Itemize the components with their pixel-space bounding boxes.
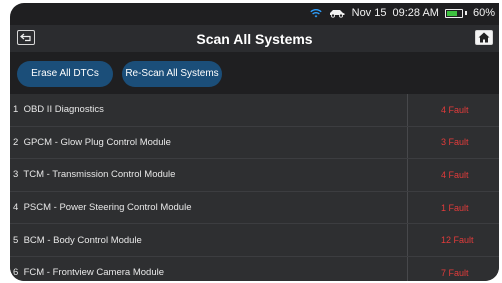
system-row[interactable]: 5 BCM - Body Control Module 12 Fault [10, 224, 499, 257]
status-bar: Nov 15 09:28 AM 60% [10, 3, 499, 23]
fault-count: 1 Fault [407, 191, 499, 224]
system-row[interactable]: 6 FCM - Frontview Camera Module 7 Fault [10, 256, 499, 281]
system-row-label: 1 OBD II Diagnostics [10, 104, 407, 115]
system-row-label: 4 PSCM - Power Steering Control Module [10, 202, 407, 213]
fault-count: 4 Fault [407, 159, 499, 191]
wifi-icon [309, 8, 322, 18]
fault-count: 12 Fault [407, 224, 499, 256]
system-list: 1 OBD II Diagnostics 4 Fault 2 GPCM - Glow… [10, 94, 499, 281]
system-row[interactable]: 3 TCM - Transmission Control Module 4 Fau… [10, 159, 499, 192]
erase-all-dtcs-button[interactable]: Erase All DTCs [17, 60, 113, 87]
system-row[interactable]: 1 OBD II Diagnostics 4 Fault [10, 94, 499, 127]
rescan-all-systems-button[interactable]: Re-Scan All Systems [122, 60, 222, 87]
system-name: GPCM - Glow Plug Control Module [23, 136, 171, 148]
page-title: Scan All Systems [196, 30, 313, 47]
status-date: Nov 15 [351, 7, 387, 19]
system-row[interactable]: 4 PSCM - Power Steering Control Module 1 … [10, 191, 499, 225]
action-toolbar: Erase All DTCs Re-Scan All Systems [10, 56, 499, 91]
vehicle-connected-icon [328, 8, 346, 18]
fault-count: 4 Fault [407, 94, 499, 126]
battery-percent: 60% [472, 7, 495, 19]
fault-count: 7 Fault [407, 256, 499, 281]
system-name: FCM - Frontview Camera Module [23, 267, 164, 279]
back-arrow-icon [20, 33, 31, 42]
back-button[interactable] [17, 30, 35, 45]
system-row-label: 2 GPCM - Glow Plug Control Module [10, 137, 407, 148]
battery-level [446, 10, 457, 16]
device-screen: Nov 15 09:28 AM 60% Scan All Systems Era… [10, 3, 499, 281]
title-bar: Scan All Systems [10, 25, 499, 52]
system-name: BCM - Body Control Module [23, 234, 142, 246]
system-row-label: 5 BCM - Body Control Module [10, 235, 407, 246]
system-row-label: 3 TCM - Transmission Control Module [10, 169, 407, 180]
battery-icon [444, 8, 467, 18]
status-time: 09:28 AM [392, 7, 439, 19]
system-name: OBD II Diagnostics [23, 104, 104, 116]
fault-count: 3 Fault [407, 126, 499, 159]
system-row-label: 6 FCM - Frontview Camera Module [10, 267, 407, 278]
home-button[interactable] [475, 30, 493, 45]
system-name: PSCM - Power Steering Control Module [23, 202, 192, 214]
system-row[interactable]: 2 GPCM - Glow Plug Control Module 3 Fault [10, 126, 499, 160]
home-icon [478, 32, 490, 43]
system-name: TCM - Transmission Control Module [23, 169, 176, 181]
